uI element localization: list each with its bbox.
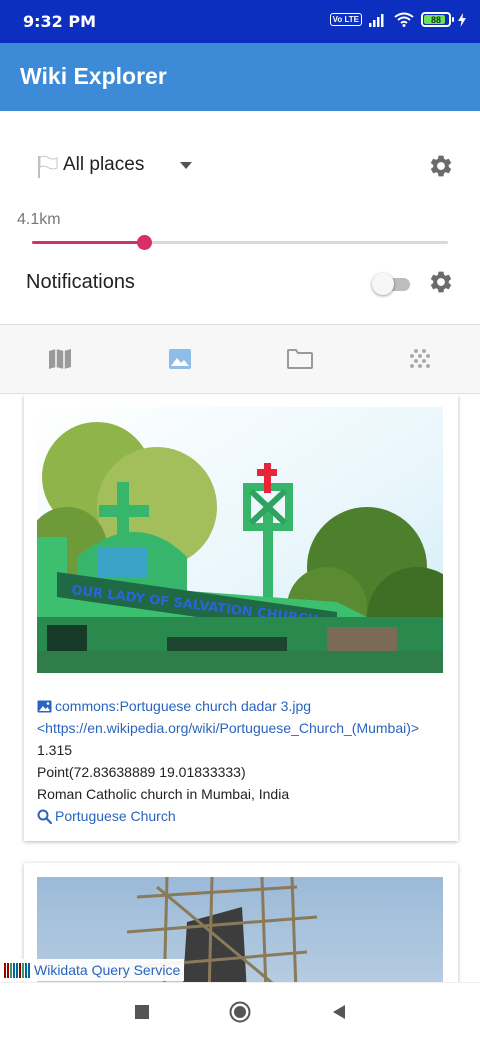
- place-photo[interactable]: OUR LADY OF SALVATION CHURCH: [37, 407, 443, 673]
- notifications-settings-gear-icon[interactable]: [428, 269, 454, 295]
- battery-percent: 88: [430, 14, 441, 25]
- wikidata-logo: [4, 962, 30, 978]
- slider-active-track: [32, 241, 144, 244]
- search-icon: [37, 809, 52, 824]
- results-list[interactable]: OUR LADY OF SALVATION CHURCH commons:Por…: [0, 395, 480, 982]
- distance-slider[interactable]: [32, 233, 448, 253]
- result-info: commons:Portuguese church dadar 3.jpg <h…: [37, 695, 447, 827]
- wikidata-badge-label[interactable]: Wikidata Query Service: [34, 962, 180, 978]
- recent-apps-button[interactable]: [131, 1001, 153, 1023]
- square-icon: [135, 1005, 149, 1019]
- notifications-label: Notifications: [26, 271, 135, 293]
- battery-icon: 88: [421, 12, 454, 27]
- back-button[interactable]: [328, 1001, 350, 1023]
- app-title: Wiki Explorer: [20, 63, 167, 89]
- tab-images[interactable]: [166, 346, 194, 372]
- search-link[interactable]: Portuguese Church: [55, 805, 176, 827]
- dots-grid-icon: [410, 349, 430, 368]
- notifications-toggle[interactable]: [372, 273, 412, 295]
- tab-map[interactable]: [46, 346, 74, 372]
- coordinates-text: Point(72.83638889 19.01833333): [37, 764, 246, 780]
- chevron-down-icon[interactable]: [180, 162, 192, 169]
- result-card[interactable]: OUR LADY OF SALVATION CHURCH commons:Por…: [24, 395, 458, 841]
- home-button[interactable]: [229, 1001, 251, 1023]
- status-icons: Vo LTE 88: [329, 12, 466, 27]
- flag-icon: [38, 155, 58, 178]
- volte-badge: Vo LTE: [329, 13, 362, 26]
- charging-icon: [458, 12, 466, 27]
- commons-link-row[interactable]: commons:Portuguese church dadar 3.jpg: [37, 695, 447, 717]
- toggle-knob: [372, 273, 394, 295]
- signal-icon: [369, 13, 384, 27]
- wifi-icon: [394, 12, 414, 27]
- folder-icon: [287, 349, 313, 369]
- tab-dots[interactable]: [406, 346, 434, 372]
- place-filter-dropdown[interactable]: All places: [63, 154, 144, 176]
- place-settings-gear-icon[interactable]: [428, 153, 454, 179]
- distance-label: 4.1km: [17, 211, 61, 228]
- app-bar: Wiki Explorer: [0, 43, 480, 111]
- distance-value: 1.315: [37, 742, 73, 758]
- slider-thumb[interactable]: [137, 235, 152, 250]
- view-tabs: [0, 324, 480, 394]
- image-icon: [37, 700, 52, 712]
- place-description: Roman Catholic church in Mumbai, India: [37, 786, 290, 802]
- filter-panel: All places 4.1km Notifications: [0, 111, 480, 324]
- image-icon: [169, 349, 191, 369]
- back-triangle-icon: [333, 1005, 345, 1019]
- wikidata-badge[interactable]: Wikidata Query Service: [4, 959, 185, 981]
- status-bar: 9:32 PM Vo LTE 88: [0, 0, 480, 43]
- map-icon: [49, 349, 71, 369]
- tab-folder[interactable]: [286, 346, 314, 372]
- home-circle-icon: [229, 1001, 251, 1023]
- system-nav-bar: [0, 982, 480, 1040]
- commons-link[interactable]: commons:Portuguese church dadar 3.jpg: [55, 695, 311, 717]
- status-time: 9:32 PM: [23, 12, 97, 31]
- wikipedia-link[interactable]: <https://en.wikipedia.org/wiki/Portugues…: [37, 717, 419, 739]
- search-link-row[interactable]: Portuguese Church: [37, 805, 447, 827]
